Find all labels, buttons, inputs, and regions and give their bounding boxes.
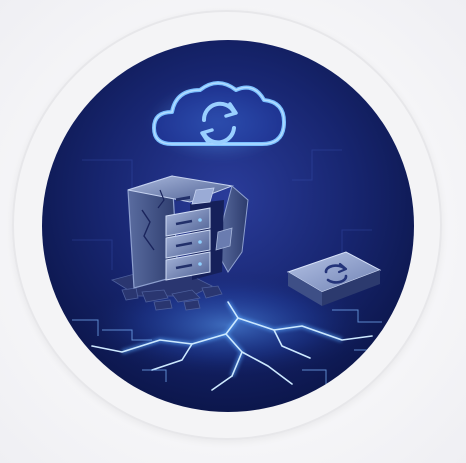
image-stage — [0, 0, 466, 463]
emblem-disc — [42, 40, 414, 412]
emblem-illustration — [42, 40, 414, 412]
